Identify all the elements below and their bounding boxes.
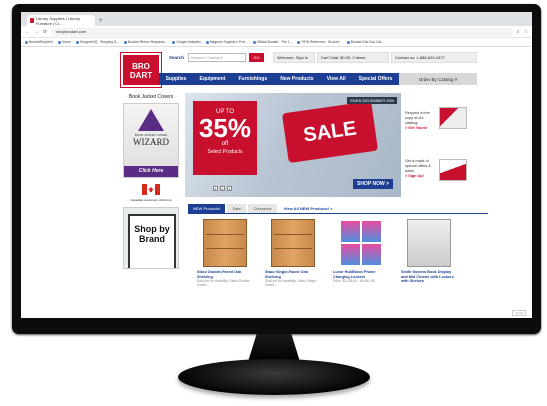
bookmark-item[interactable]: ShopperHQ - Shipping D... — [76, 40, 119, 44]
shop-now-button[interactable]: SHOP NOW > — [353, 179, 393, 189]
product-title[interactable]: Stacz Double-Faced Oak Shelving — [197, 270, 253, 279]
product-price: Price: $3,438.00 - $4,851.58 — [333, 279, 375, 284]
bookmark-item[interactable]: Magento Supplier's Port... — [206, 40, 248, 44]
contact-phone: Contact us: 1-888-820-4377 — [391, 52, 477, 63]
discount-percent: 35% — [198, 113, 252, 143]
sale-end-date: ENDS DECEMBER 29th — [347, 97, 397, 104]
select-products-label: Select Products — [207, 149, 243, 155]
product-subtitle: Sold out for durability. Stacz Single-Fa… — [265, 279, 317, 288]
cart-total[interactable]: Cart Total: $0.00, 0 items — [317, 52, 389, 63]
bookmark-item[interactable]: Brodart Sub Doc List... — [347, 40, 384, 44]
browser-tab[interactable]: Library Supplies | Library Furniture | C… — [27, 15, 95, 26]
tab-bar: Library Supplies | Library Furniture | C… — [21, 12, 532, 26]
envelope-icon — [439, 159, 467, 181]
promo-text: Request a free copy of our catalog. — [405, 111, 430, 125]
reload-icon[interactable]: ⟳ — [43, 29, 47, 35]
locker-door — [341, 221, 360, 242]
product-card[interactable]: Smith System Book Display and Mid Cluste… — [401, 219, 457, 284]
brodart-logo[interactable]: BRO DART — [121, 53, 161, 87]
wizard-title: WIZARD — [133, 137, 169, 147]
carousel-page-button[interactable]: 2 — [220, 186, 225, 191]
main-nav: Supplies Equipment Furnishings New Produ… — [159, 73, 399, 85]
welcome-sign-in-link[interactable]: Welcome, Sign In — [273, 52, 315, 63]
product-card[interactable]: Stacz Double-Faced Oak Shelving Sold out… — [197, 219, 253, 287]
carousel-page-button[interactable]: 1 — [213, 186, 218, 191]
product-tabs: NEW Products! Sale! Clearance View All N… — [188, 204, 333, 213]
product-card[interactable]: Luxor HubBlood Phone Charging Lockers Pr… — [333, 219, 389, 283]
bookmark-item[interactable]: Brodart Return Requests... — [124, 40, 167, 44]
monitor-bezel: Library Supplies | Library Furniture | C… — [12, 4, 541, 334]
carousel-pager: 1 2 3 — [213, 186, 232, 191]
nav-special-offers[interactable]: Special Offers — [359, 76, 393, 82]
bookmark-item[interactable]: Official Brodart - The 1... — [253, 40, 293, 44]
scroll-hint[interactable]: Scroll — [512, 310, 526, 316]
tab-sale[interactable]: Sale! — [227, 204, 247, 213]
search-input[interactable]: Keyword / Catalog # — [188, 53, 246, 62]
bookmark-item[interactable]: Google Analytics — [172, 40, 201, 44]
locker-door — [341, 244, 360, 265]
canada-flag-icon[interactable] — [142, 184, 160, 195]
tabs-divider — [188, 213, 488, 214]
locker-door — [362, 244, 381, 265]
new-tab-button[interactable]: + — [99, 18, 103, 24]
book-jacket-covers-heading: Book Jacket Covers — [128, 94, 174, 100]
product-image[interactable] — [203, 219, 247, 267]
address-bar-row: ← → ⟳ shopbrodart.com ⌕ ☆ — [21, 26, 532, 38]
tab-clearance[interactable]: Clearance — [248, 204, 277, 213]
back-icon[interactable]: ← — [25, 29, 30, 35]
product-title[interactable]: Luxor HubBlood Phone Charging Lockers — [333, 270, 389, 279]
product-image[interactable] — [407, 219, 451, 267]
locker-door — [362, 221, 381, 242]
nav-furnishings[interactable]: Furnishings — [239, 76, 268, 82]
order-by-catalog-button[interactable]: Order By Catalog # — [399, 73, 477, 85]
product-title[interactable]: Stacz Single-Faced Oak Shelving — [265, 270, 321, 279]
bookmarks-bar: BrodartShopInfo Home ShopperHQ - Shippin… — [21, 38, 532, 47]
nav-equipment[interactable]: Equipment — [200, 76, 226, 82]
nav-supplies[interactable]: Supplies — [166, 76, 187, 82]
canadian-customers-link[interactable]: Canadian customers click here — [121, 198, 181, 202]
product-card[interactable]: Stacz Single-Faced Oak Shelving Sold out… — [265, 219, 321, 287]
wizard-banner[interactable]: BOOK JACKET COVER WIZARD Click Here — [123, 103, 179, 178]
shop-by-brand-label: Shop by Brand — [128, 214, 176, 268]
tab-new-products[interactable]: NEW Products! — [188, 204, 226, 213]
nav-new-products[interactable]: New Products — [280, 76, 313, 82]
view-all-new-products-link[interactable]: View All NEW Products! > — [279, 204, 333, 213]
product-subtitle: Sold out for durability. Stacz Double-Fa… — [197, 279, 251, 288]
product-image[interactable] — [271, 219, 315, 267]
bookmark-item[interactable]: BrodartShopInfo — [25, 40, 53, 44]
tab-title: Library Supplies | Library Furniture | C… — [35, 15, 81, 26]
screen: Library Supplies | Library Furniture | C… — [21, 12, 532, 318]
search-label: Search — [169, 55, 185, 60]
url-field[interactable]: shopbrodart.com — [51, 27, 513, 36]
shop-by-brand-banner[interactable]: Shop by Brand — [123, 207, 179, 269]
bookmark-item[interactable]: Home — [58, 40, 71, 44]
monitor-stand-base — [178, 359, 370, 395]
wizard-hat-icon — [138, 109, 164, 131]
favicon-icon — [30, 18, 34, 23]
zoom-icon[interactable]: ⌕ — [517, 29, 520, 35]
sale-text: SALE — [281, 100, 379, 164]
product-title[interactable]: Smith System Book Display and Mid Cluste… — [401, 270, 457, 284]
site-content: BRO DART Search Keyword / Catalog # GO W… — [21, 47, 532, 318]
discount-badge: UP TO 35% off Select Products — [193, 101, 257, 175]
search-go-button[interactable]: GO — [249, 53, 264, 62]
bookmark-star-icon[interactable]: ☆ — [524, 29, 528, 35]
bookmark-item[interactable]: RFID Reference - Brodart... — [297, 40, 341, 44]
monitor-stand-neck — [247, 334, 301, 362]
catalog-image — [439, 107, 467, 129]
nav-view-all[interactable]: View All — [327, 76, 346, 82]
promo-text: Get e-mails of special offers & sales. — [405, 159, 431, 173]
carousel-page-button[interactable]: 3 — [227, 186, 232, 191]
sale-hero-banner[interactable]: UP TO 35% off Select Products SALE ENDS … — [185, 93, 401, 197]
product-image[interactable] — [339, 219, 383, 267]
click-here-button[interactable]: Click Here — [124, 166, 178, 177]
forward-icon[interactable]: → — [34, 29, 39, 35]
